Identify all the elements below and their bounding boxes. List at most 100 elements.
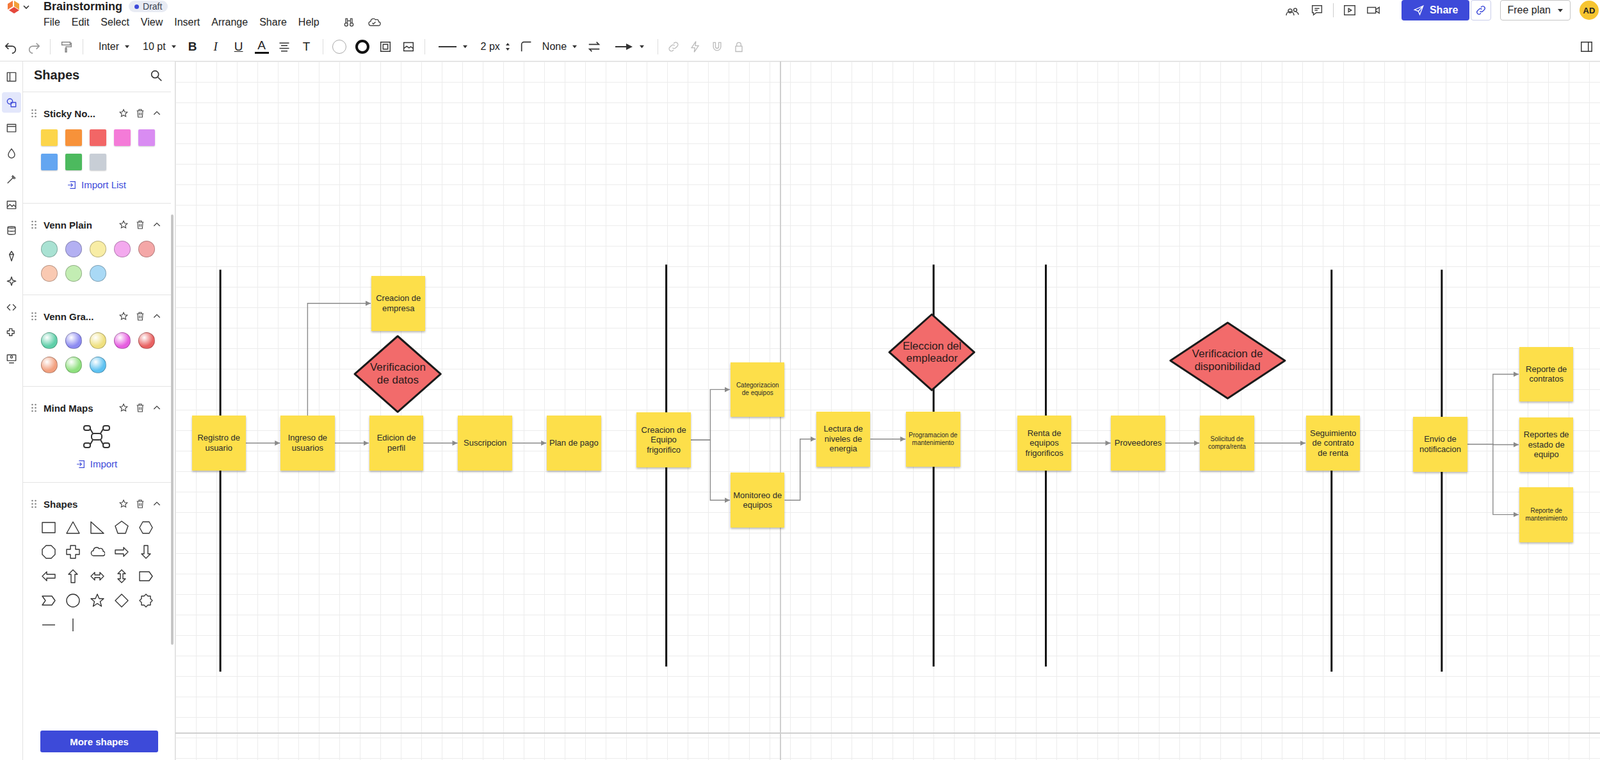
comments-icon[interactable]: [1309, 3, 1325, 18]
rail-button[interactable]: [1, 297, 22, 318]
search-icon[interactable]: [149, 68, 164, 83]
share-button[interactable]: Share: [1401, 0, 1470, 21]
venn-circle[interactable]: [89, 240, 107, 258]
connector[interactable]: [690, 389, 730, 440]
chevron-icon[interactable]: [151, 108, 162, 119]
mind-map-icon[interactable]: [82, 423, 111, 450]
right-panel-toggle-icon[interactable]: [1579, 40, 1594, 54]
rail-button[interactable]: [1, 117, 22, 139]
venn-circle[interactable]: [40, 240, 58, 258]
sticky-note[interactable]: Lectura de niveles de energia: [816, 411, 871, 467]
import-link[interactable]: Import List: [30, 179, 162, 191]
menu-item[interactable]: Select: [100, 16, 134, 29]
venn-circle[interactable]: [65, 265, 82, 282]
bold-button[interactable]: B: [185, 39, 200, 54]
star-icon[interactable]: [118, 108, 129, 119]
line-style-dropdown[interactable]: [434, 43, 472, 50]
line-width-field[interactable]: 2 px: [480, 40, 511, 53]
section-title[interactable]: Venn Plain: [43, 219, 113, 231]
venn-circle[interactable]: [65, 240, 82, 258]
venn-gradient-circle[interactable]: [89, 332, 107, 349]
drag-handle-icon[interactable]: [30, 108, 38, 119]
lightning-icon[interactable]: [688, 40, 702, 54]
connector[interactable]: [690, 439, 730, 501]
rail-button[interactable]: [1, 322, 22, 344]
section-title[interactable]: Venn Gra...: [43, 311, 113, 323]
sticky-note[interactable]: Creacion de Equipo frigorifico: [636, 412, 691, 468]
cross-shape-icon[interactable]: [65, 544, 81, 560]
circle-shape-icon[interactable]: [65, 592, 81, 609]
video-icon[interactable]: [1365, 3, 1382, 18]
venn-circle[interactable]: [138, 240, 155, 258]
pentagon-shape-icon[interactable]: [113, 519, 130, 536]
sticky-note[interactable]: Suscripcion: [457, 415, 512, 471]
connector[interactable]: [423, 442, 458, 444]
sticky-note[interactable]: Programacion de mantenimiento: [905, 411, 960, 467]
redo-icon[interactable]: [26, 39, 41, 54]
star-icon[interactable]: [118, 402, 129, 413]
font-size-dropdown[interactable]: 10 pt: [142, 40, 177, 53]
more-shapes-button[interactable]: More shapes: [40, 730, 159, 753]
drag-handle-icon[interactable]: [30, 402, 38, 413]
import-link[interactable]: Import: [30, 458, 162, 470]
rail-button[interactable]: [1, 143, 22, 164]
left-right-arrow-shape-icon[interactable]: [89, 568, 106, 584]
undo-icon[interactable]: [3, 39, 18, 54]
venn-circle[interactable]: [89, 265, 107, 282]
venn-gradient-circle[interactable]: [40, 356, 58, 374]
section-title[interactable]: Mind Maps: [43, 402, 113, 414]
venn-gradient-circle[interactable]: [138, 332, 155, 349]
left-arrow-shape-icon[interactable]: [40, 568, 57, 584]
rail-button[interactable]: [1, 220, 22, 241]
sticky-note[interactable]: Reporte de contratos: [1519, 347, 1574, 401]
tag-shape-icon[interactable]: [138, 568, 154, 584]
rail-button[interactable]: [1, 169, 22, 190]
venn-gradient-circle[interactable]: [89, 356, 107, 374]
menu-item[interactable]: Edit: [71, 16, 95, 29]
trash-icon[interactable]: [135, 219, 146, 230]
align-icon[interactable]: [277, 40, 291, 54]
drag-handle-icon[interactable]: [30, 219, 38, 230]
connector[interactable]: [1467, 444, 1519, 515]
chevron-icon[interactable]: [151, 311, 162, 322]
menu-item[interactable]: Share: [259, 16, 292, 29]
trash-icon[interactable]: [135, 498, 146, 510]
connector[interactable]: [1071, 442, 1111, 444]
venn-gradient-circle[interactable]: [65, 332, 82, 349]
sticky-note[interactable]: Seguimiento de contrato de renta: [1306, 415, 1360, 471]
cloud-saved-icon[interactable]: [366, 16, 381, 29]
star-icon[interactable]: [118, 498, 129, 510]
arrow-end-dropdown[interactable]: [610, 42, 649, 52]
sticky-note-swatch[interactable]: [89, 129, 107, 146]
rail-button[interactable]: [1, 194, 22, 216]
venn-circle[interactable]: [113, 240, 131, 258]
connector[interactable]: [307, 303, 371, 416]
venn-gradient-circle[interactable]: [40, 332, 58, 349]
seal-shape-icon[interactable]: [138, 592, 154, 609]
magnet-icon[interactable]: [710, 40, 724, 54]
trash-icon[interactable]: [135, 402, 146, 413]
diamond-shape-icon[interactable]: [113, 592, 130, 609]
decision-diamond[interactable]: Verificacion de disponibilidad: [1168, 320, 1287, 401]
section-title[interactable]: Sticky No...: [43, 108, 113, 120]
rail-button[interactable]: [1, 271, 22, 292]
binoculars-icon[interactable]: [342, 16, 356, 29]
sticky-note-swatch[interactable]: [65, 153, 82, 171]
connector[interactable]: [245, 442, 280, 444]
sticky-note[interactable]: Edicion de perfil: [369, 415, 424, 471]
menu-item[interactable]: Help: [298, 16, 325, 29]
menu-item[interactable]: Arrange: [211, 16, 253, 29]
user-avatar[interactable]: AD: [1579, 0, 1599, 20]
present-icon[interactable]: [1342, 3, 1357, 18]
diagram-canvas[interactable]: Registro de usuarioIngreso de usuariosCr…: [175, 61, 1600, 760]
sticky-note[interactable]: Renta de equipos frigorificos: [1017, 415, 1072, 471]
document-title[interactable]: Brainstorming: [43, 0, 123, 13]
shape-style-icon[interactable]: [378, 39, 393, 54]
section-title[interactable]: Shapes: [43, 498, 113, 510]
italic-button[interactable]: I: [208, 39, 223, 54]
connector[interactable]: [870, 438, 906, 440]
star-shape-icon[interactable]: [89, 592, 106, 609]
venn-gradient-circle[interactable]: [65, 356, 82, 374]
chevron-icon[interactable]: [151, 402, 162, 413]
font-family-dropdown[interactable]: Inter: [92, 40, 134, 53]
